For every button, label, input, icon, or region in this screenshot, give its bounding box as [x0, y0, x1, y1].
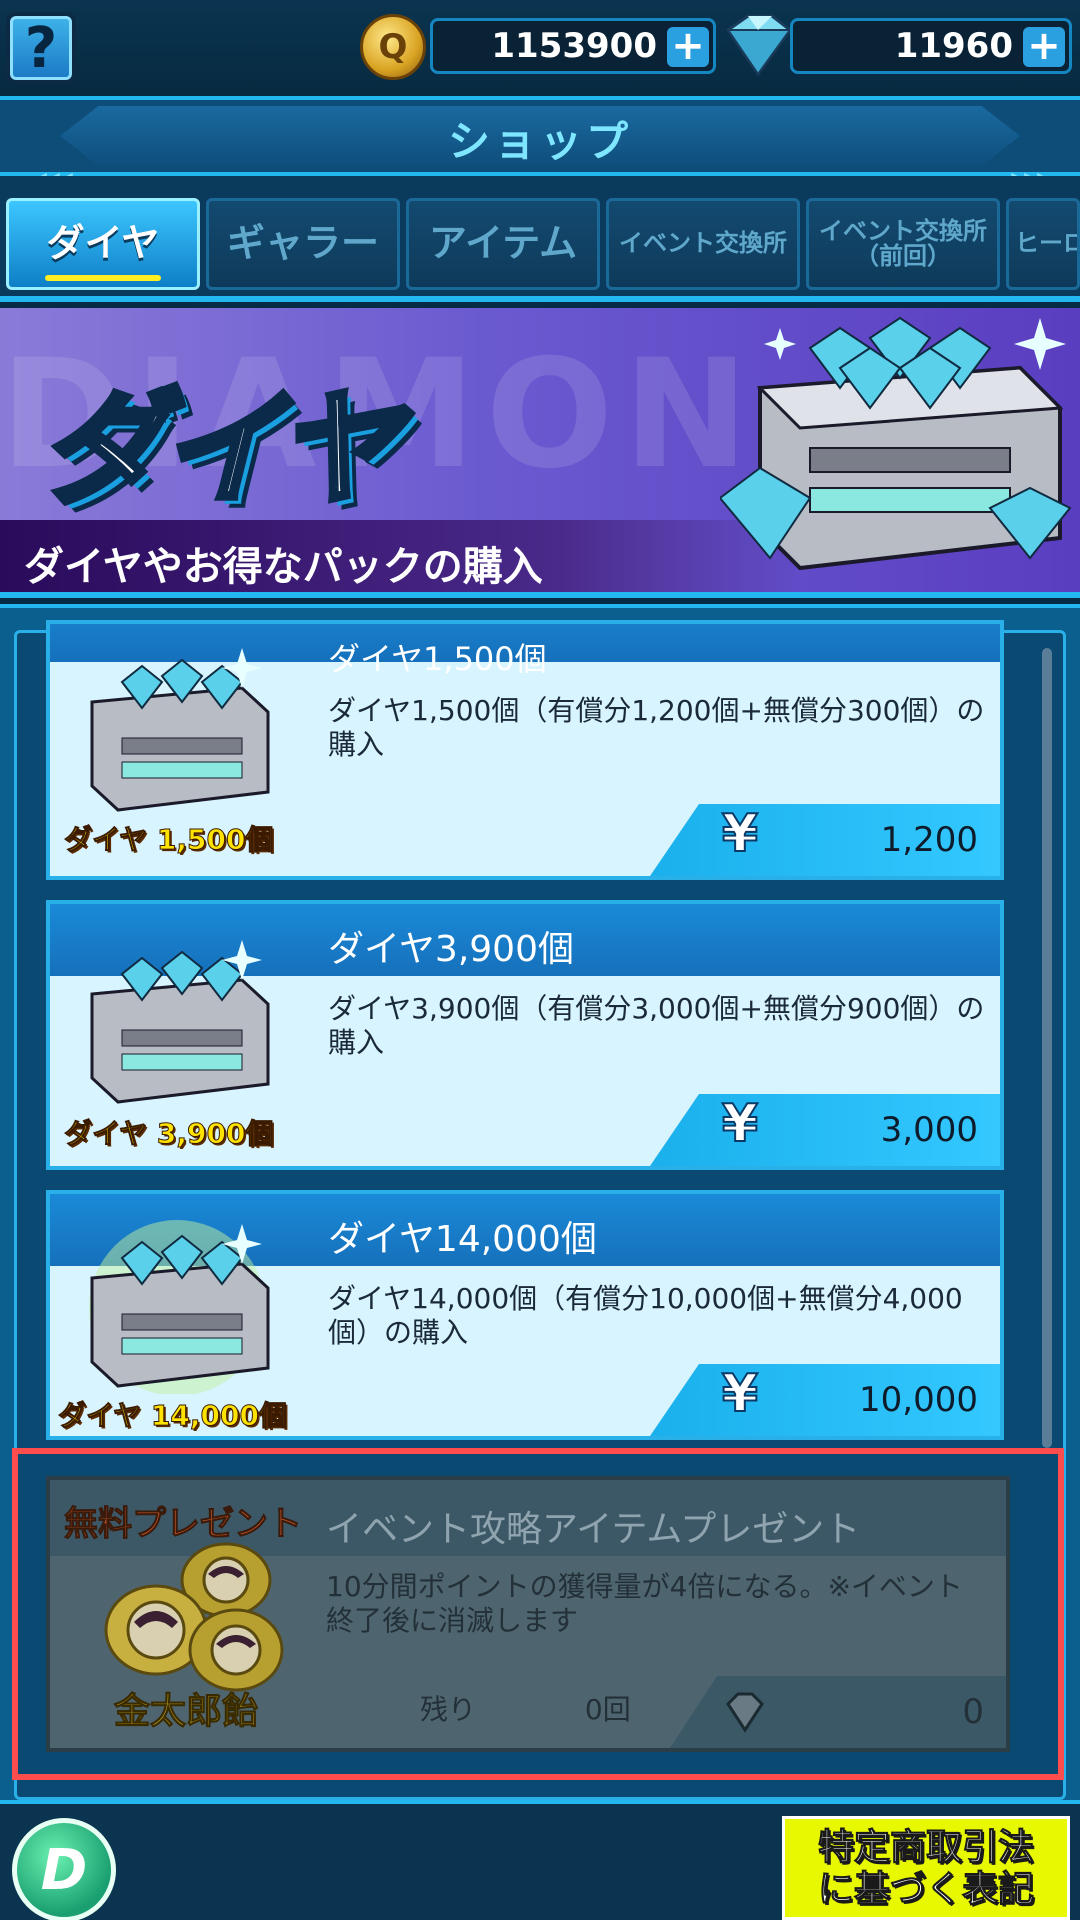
- diamond-chest-icon: [720, 316, 1072, 571]
- legal-notice-button[interactable]: 特定商取引法 に基づく表記: [782, 1816, 1070, 1920]
- top-bar: ? Q 1153900 + 11960 +: [0, 0, 1080, 96]
- product-description: ダイヤ3,900個（有償分3,000個+無償分900個）の購入: [328, 992, 985, 1059]
- product-description: ダイヤ14,000個（有償分10,000個+無償分4,000個）の購入: [328, 1282, 963, 1349]
- diamond-icon: [725, 14, 793, 77]
- banner-title: ダイヤ: [37, 375, 403, 525]
- banner-subtitle: ダイヤやお得なパックの購入: [0, 520, 800, 592]
- free-present-badge: 無料プレゼント: [64, 1504, 303, 1545]
- gold-coin-icon: Q: [360, 14, 426, 80]
- product-image-label: ダイヤ 3,900個: [63, 1117, 274, 1151]
- product-description: 10分間ポイントの獲得量が4倍になる。※イベント終了後に消滅します: [326, 1570, 963, 1637]
- shop-tabs: ダイヤ ギャラー アイテム イベント交換所 イベント交換所 （前回） ヒーロ: [0, 176, 1080, 302]
- diamond-balance: 11960 +: [790, 18, 1072, 74]
- product-card-1500[interactable]: ダイヤ1,500個 ダイヤ1,500個（有償分1,200個+無償分300個）の購…: [46, 620, 1004, 880]
- price-value: 3,000: [880, 1110, 978, 1150]
- free-present-card[interactable]: 無料プレゼント イベント攻略アイテムプレゼント 10分間ポイントの獲得量が4倍に…: [46, 1476, 1010, 1752]
- product-card-3900[interactable]: ダイヤ3,900個 ダイヤ3,900個（有償分3,000個+無償分900個）の購…: [46, 900, 1004, 1170]
- list-scrollbar[interactable]: [1042, 648, 1052, 1448]
- diamond-chest-icon: [90, 940, 270, 1104]
- tab-items[interactable]: アイテム: [406, 198, 600, 290]
- title-bar: ショップ: [0, 96, 1080, 176]
- product-name: ダイヤ1,500個: [328, 640, 547, 678]
- add-diamond-button[interactable]: +: [1023, 26, 1065, 67]
- tab-hero[interactable]: ヒーロ: [1006, 198, 1080, 290]
- gold-balance: 1153900 +: [430, 18, 716, 74]
- diamond-chest-glow-icon: [89, 1220, 270, 1394]
- price-value: 0: [962, 1692, 984, 1732]
- diamond-chest-icon: [90, 648, 270, 812]
- free-present-highlight: 無料プレゼント イベント攻略アイテムプレゼント 10分間ポイントの獲得量が4倍に…: [12, 1448, 1064, 1780]
- diamond-icon: [726, 1692, 764, 1733]
- tab-diamond[interactable]: ダイヤ: [6, 198, 200, 290]
- product-name: ダイヤ14,000個: [328, 1219, 597, 1260]
- home-button[interactable]: D: [12, 1818, 116, 1920]
- free-price-button[interactable]: [670, 1676, 1006, 1748]
- tab-event-exchange[interactable]: イベント交換所: [606, 198, 800, 290]
- diamond-banner: DIAMON ダイヤ ダイヤやお得なパックの購入: [0, 308, 1080, 598]
- tab-gallery[interactable]: ギャラー: [206, 198, 400, 290]
- price-value: 10,000: [859, 1380, 978, 1420]
- product-image-label: ダイヤ 14,000個: [58, 1399, 288, 1433]
- yen-icon: ¥: [721, 1093, 759, 1155]
- item-image-label: 金太郎飴: [113, 1691, 259, 1733]
- product-description: ダイヤ1,500個（有償分1,200個+無償分300個）の購入: [328, 694, 985, 761]
- remaining-label: 残り: [420, 1693, 477, 1726]
- diamond-amount: 11960: [894, 26, 1013, 66]
- yen-icon: ¥: [721, 803, 759, 865]
- bottom-bar: D 特定商取引法 に基づく表記: [0, 1800, 1080, 1920]
- gold-amount: 1153900: [491, 26, 657, 66]
- price-value: 1,200: [880, 820, 978, 860]
- product-card-14000[interactable]: ダイヤ14,000個 ダイヤ14,000個（有償分10,000個+無償分4,00…: [46, 1190, 1004, 1440]
- tab-event-exchange-previous[interactable]: イベント交換所 （前回）: [806, 198, 1000, 290]
- page-title: ショップ: [447, 117, 632, 166]
- product-name: イベント攻略アイテムプレゼント: [326, 1509, 861, 1550]
- add-gold-button[interactable]: +: [667, 26, 709, 67]
- product-image-label: ダイヤ 1,500個: [63, 823, 274, 857]
- product-name: ダイヤ3,900個: [328, 929, 574, 970]
- remaining-info: 残り 0回: [326, 1688, 631, 1728]
- help-button[interactable]: ?: [6, 12, 76, 84]
- yen-icon: ¥: [721, 1363, 759, 1425]
- remaining-count: 0回: [584, 1693, 631, 1726]
